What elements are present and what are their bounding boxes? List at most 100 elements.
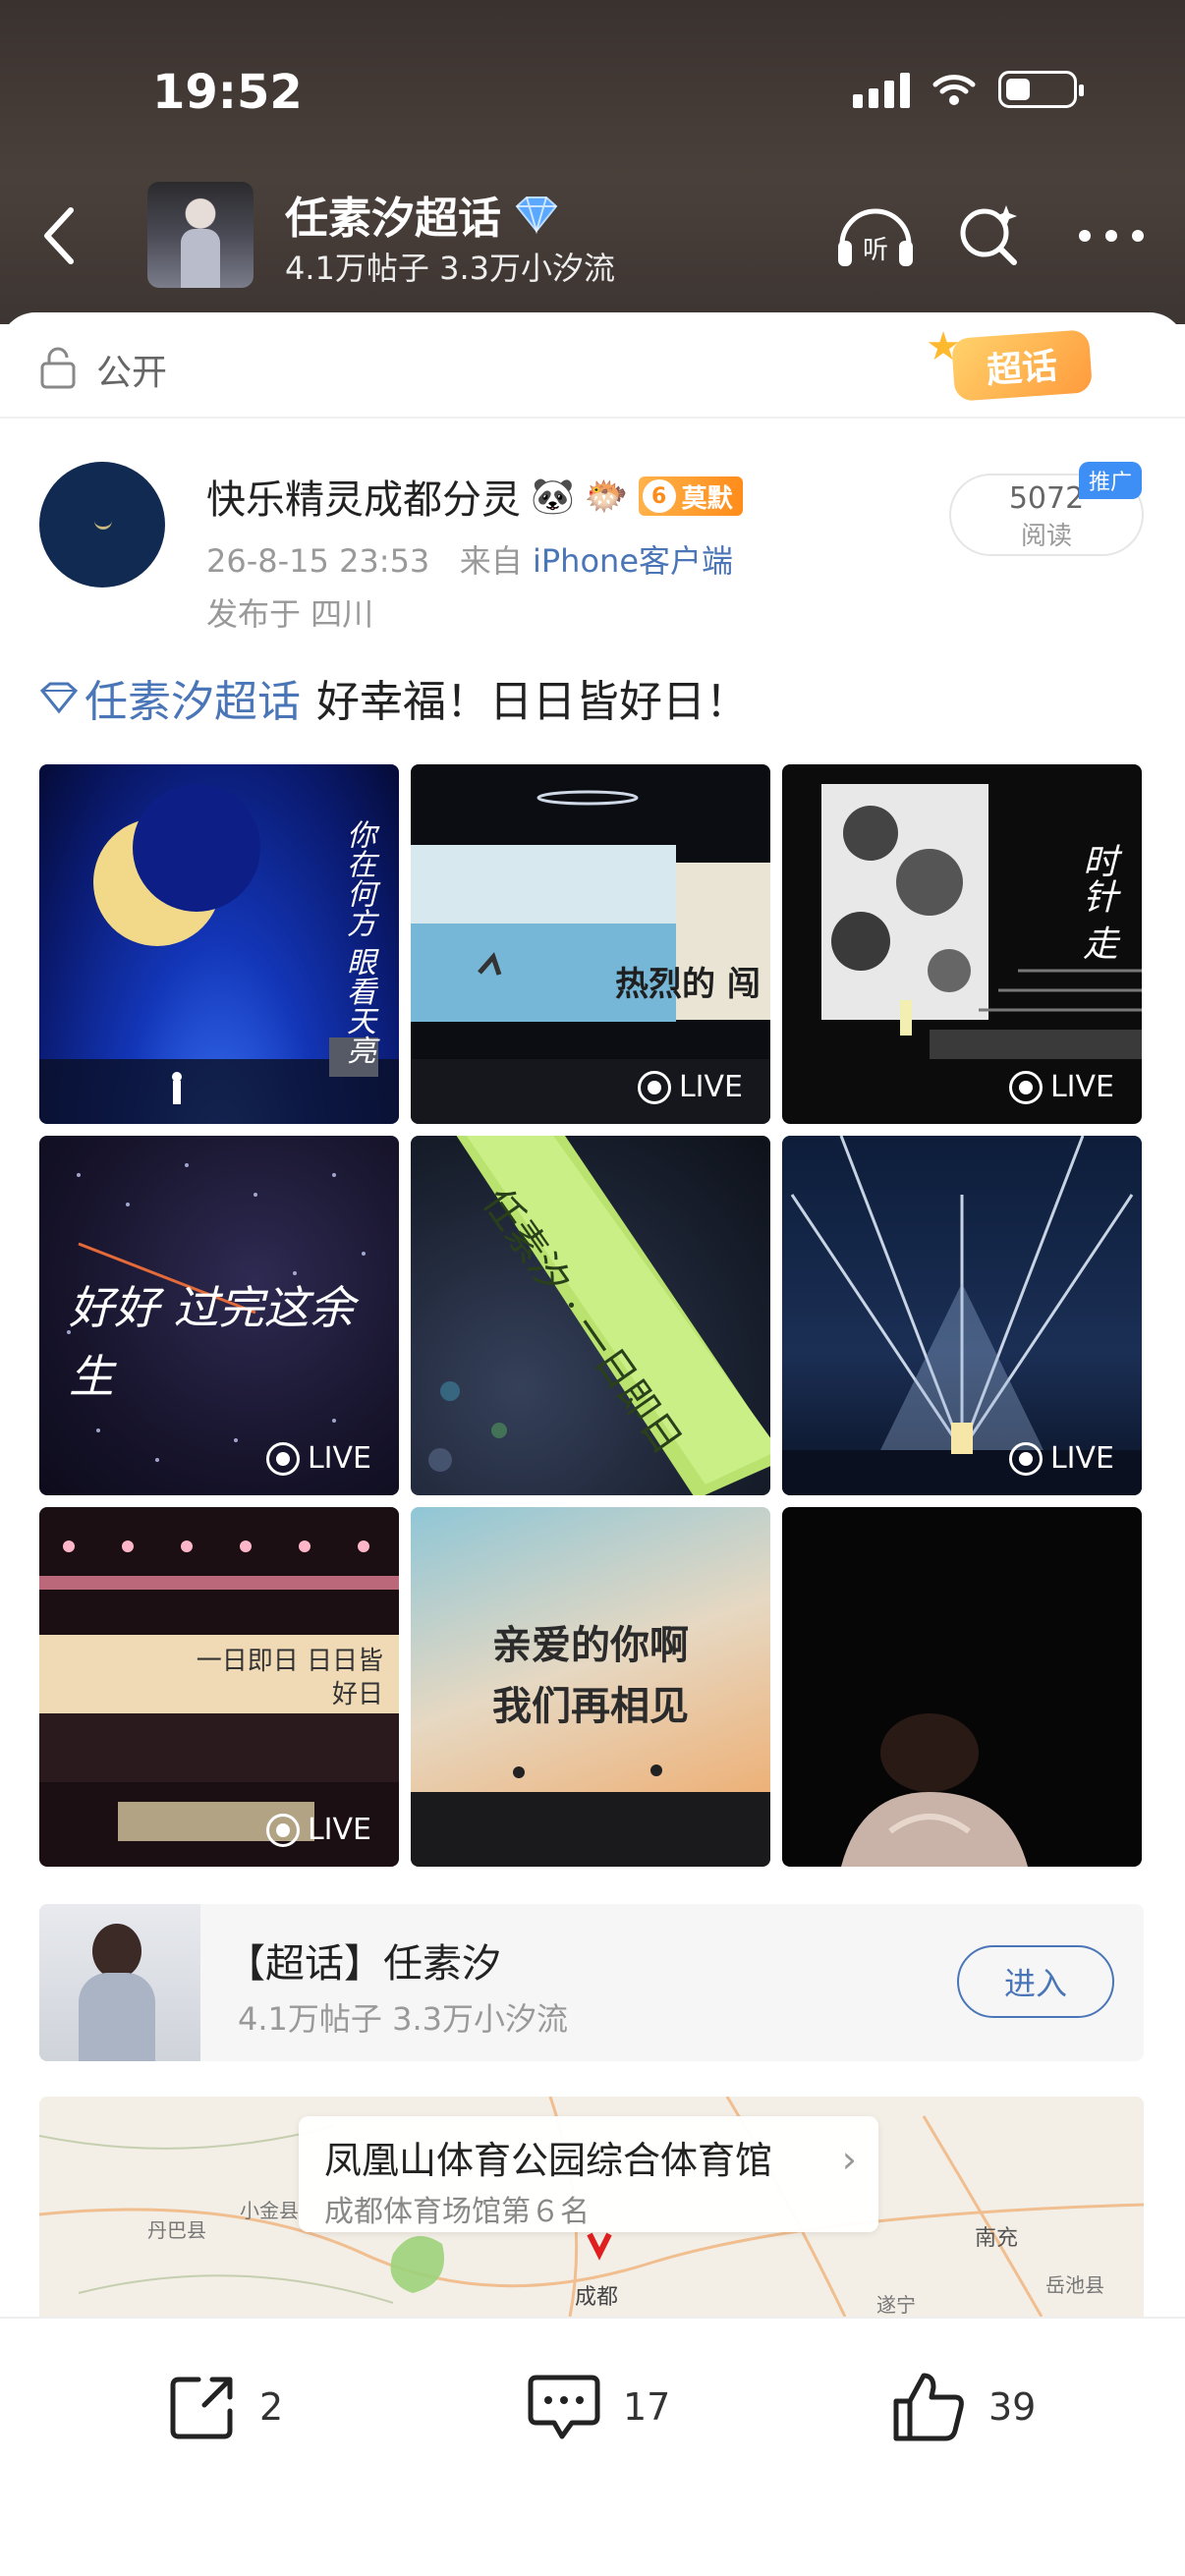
panda-icon: 🐼: [531, 476, 575, 517]
fish-icon: 🐡: [584, 476, 629, 517]
topic-card-title: 【超话】任素汐: [226, 1941, 501, 1987]
live-icon: [1008, 1441, 1043, 1476]
topic-card-fans: 3.3万小汐流: [392, 2000, 568, 2038]
photo-9[interactable]: [782, 1507, 1142, 1867]
venue-name: 凤凰山体育公园综合体育馆: [324, 2139, 773, 2182]
signal-icon: [853, 71, 910, 108]
photo-2-caption: 热烈的 闯: [615, 965, 761, 1004]
photo-4-caption: 好好 过完这余生: [69, 1281, 355, 1403]
topic-posts: 4.1万帖子: [285, 250, 429, 287]
location-map[interactable]: 丹巴县 小金县 成都 南充 遂宁 岳池县 凤凰山体育公园综合体育馆 成都体育场馆…: [39, 2097, 1144, 2317]
author-row: 快乐精灵成都分灵 🐼 🐡 6 莫默: [206, 468, 743, 525]
topic-header: 19:52 任素汐超话 4.1万帖子 3.3万小汐流 听: [0, 0, 1185, 324]
live-icon: [265, 1441, 300, 1476]
promo-tag[interactable]: 推广: [1078, 462, 1142, 499]
chaohua-badge[interactable]: 超话: [950, 329, 1094, 402]
post-meta: 26-8-15 23:53 来自 iPhone客户端: [206, 536, 733, 582]
post-body: 好幸福！日日皆好日！: [316, 677, 749, 727]
topic-tag-text: 任素汐超话: [85, 677, 301, 727]
more-button[interactable]: [1067, 196, 1156, 275]
photo-3[interactable]: 时针 走 LIVE: [782, 764, 1142, 1124]
photo-1-caption: 你在何方 眼看天亮: [341, 819, 375, 1065]
wifi-icon: [932, 75, 976, 105]
map-label-6: 岳池县: [1045, 2273, 1104, 2297]
live-icon: [637, 1070, 671, 1104]
comment-count: 17: [623, 2385, 671, 2429]
status-time: 19:52: [152, 65, 303, 120]
topic-avatar[interactable]: [147, 182, 254, 288]
topic-title[interactable]: 任素汐超话: [285, 183, 560, 246]
diamond-icon: [515, 196, 558, 234]
post-source[interactable]: iPhone客户端: [533, 542, 733, 580]
fan-level-title: 莫默: [681, 483, 733, 514]
map-label-3: 成都: [575, 2285, 619, 2310]
photo-4[interactable]: 好好 过完这余生 LIVE: [39, 1136, 399, 1495]
like-button[interactable]: 39: [890, 2370, 1036, 2444]
fan-level-badge[interactable]: 6 莫默: [638, 476, 743, 516]
share-icon: [170, 2377, 233, 2439]
diamond-icon: [39, 682, 79, 714]
map-label-2: 小金县: [240, 2199, 299, 2222]
topic-stats: 4.1万帖子 3.3万小汐流: [285, 244, 615, 289]
photo-9-art: [841, 1713, 1028, 1867]
photo-3-caption: 时针 走: [1077, 843, 1117, 961]
topic-card-posts: 4.1万帖子: [238, 2000, 382, 2038]
status-icons: [853, 71, 1084, 108]
author-name[interactable]: 快乐精灵成都分灵: [206, 468, 521, 525]
lock-icon: [40, 347, 76, 389]
share-button[interactable]: 2: [165, 2370, 283, 2444]
share-count: 2: [259, 2385, 284, 2429]
photo-5[interactable]: 任素汐 · 一日即日: [411, 1136, 770, 1495]
back-button[interactable]: [29, 196, 88, 275]
map-label-1: 丹巴县: [147, 2218, 206, 2242]
venue-rank: 成都体育场馆第６名: [324, 2195, 590, 2229]
visibility-label: 公开: [96, 353, 168, 393]
photo-8[interactable]: 亲爱的你啊 我们再相见: [411, 1507, 770, 1867]
live-icon: [265, 1813, 300, 1847]
headphone-icon: 听: [838, 208, 913, 266]
read-count-box: 推广 5072 阅读: [949, 462, 1144, 556]
photo-1[interactable]: 你在何方 眼看天亮: [39, 764, 399, 1124]
photo-grid: 你在何方 眼看天亮 热烈的 闯 LIVE 时针 走 LIVE 好好 过完这余生 …: [39, 764, 1144, 1869]
enter-button[interactable]: 进入: [957, 1945, 1114, 2018]
thumbs-up-icon: [893, 2373, 964, 2441]
live-badge: LIVE: [1008, 1441, 1114, 1476]
fan-level-number: 6: [642, 479, 676, 513]
photo-8-caption: 亲爱的你啊 我们再相见: [411, 1615, 770, 1737]
visibility-row: 公开 ★ 超话: [0, 312, 1185, 419]
photo-7[interactable]: 一日即日 日日皆好日 LIVE: [39, 1507, 399, 1867]
photo-6[interactable]: LIVE: [782, 1136, 1142, 1495]
author-avatar[interactable]: [39, 462, 165, 588]
topic-card[interactable]: 【超话】任素汐 4.1万帖子 3.3万小汐流 进入: [39, 1904, 1144, 2061]
topic-card-stats: 4.1万帖子 3.3万小汐流: [238, 1994, 568, 2040]
live-icon: [1008, 1070, 1043, 1104]
map-label-4: 南充: [975, 2226, 1019, 2251]
live-badge: LIVE: [265, 1813, 371, 1847]
topic-card-thumbnail: [39, 1904, 200, 2061]
venue-card[interactable]: 凤凰山体育公园综合体育馆 成都体育场馆第６名 ›: [299, 2116, 878, 2232]
photo-8-line-1: 亲爱的你啊: [492, 1622, 689, 1668]
like-count: 39: [988, 2385, 1037, 2429]
comment-button[interactable]: 17: [525, 2370, 670, 2444]
search-button[interactable]: [945, 196, 1034, 275]
live-badge: LIVE: [1008, 1070, 1114, 1104]
search-icon: [960, 205, 1017, 265]
photo-7-caption: 一日即日 日日皆好日: [196, 1647, 383, 1709]
topic-fans: 3.3万小汐流: [439, 250, 615, 287]
topic-tag-link[interactable]: 任素汐超话: [39, 666, 301, 729]
chevron-right-icon: ›: [841, 2138, 857, 2181]
post-date: 26-8-15 23:53: [206, 542, 430, 580]
battery-icon: [998, 71, 1084, 108]
chevron-left-icon: [44, 207, 74, 264]
listen-button[interactable]: 听: [831, 196, 920, 275]
post-location: 发布于 四川: [206, 595, 374, 633]
post-text: 任素汐超话 好幸福！日日皆好日！: [39, 666, 749, 729]
photo-8-line-2: 我们再相见: [492, 1683, 689, 1729]
post-source-prefix: 来自: [459, 542, 523, 580]
svg-text:听: 听: [863, 236, 888, 265]
live-badge: LIVE: [265, 1441, 371, 1476]
photo-2[interactable]: 热烈的 闯 LIVE: [411, 764, 770, 1124]
live-badge: LIVE: [637, 1070, 743, 1104]
map-label-5: 遂宁: [876, 2293, 916, 2317]
action-bar: 2 17 39: [0, 2317, 1185, 2482]
